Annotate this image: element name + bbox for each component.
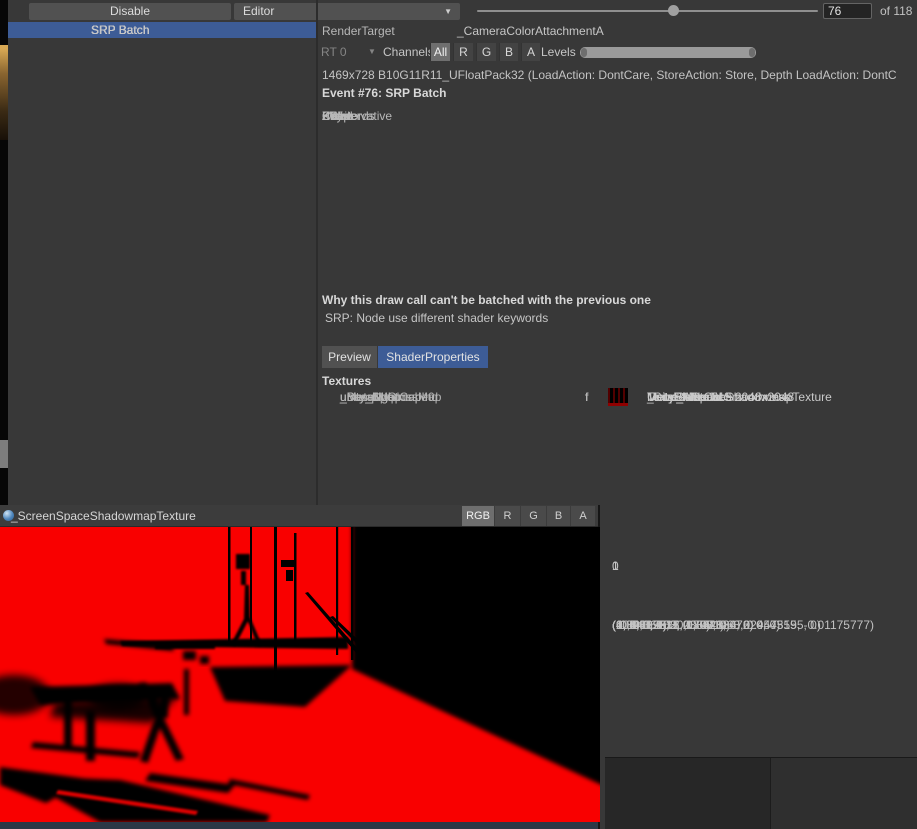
shader-scalar-value: 0 — [612, 559, 619, 574]
texture-thumbnail-tempbuffer-icon — [608, 388, 628, 406]
tree-row-label: SRP Batch — [91, 22, 290, 38]
preview-title: _ScreenSpaceShadowmapTexture — [11, 505, 196, 527]
preview-channel-button-a[interactable]: A — [571, 506, 595, 526]
target-selector-dropdown[interactable]: Editor ▼ — [234, 3, 460, 20]
channels-label: Channels — [383, 42, 434, 62]
texture-preview-window: _ScreenSpaceShadowmapTexture RGBRGBA — [0, 505, 600, 829]
channel-button-r[interactable]: R — [453, 43, 473, 61]
event-total-label: of 118 — [880, 4, 912, 18]
shader-vector-value: (0.06005612, 0.07213476, 0, 0) — [612, 618, 780, 633]
texture-window-icon — [3, 510, 14, 521]
event-slider-track[interactable] — [477, 10, 818, 12]
event-number-input[interactable]: 76 — [823, 3, 872, 19]
batch-break-title: Why this draw call can't be batched with… — [322, 293, 651, 307]
chevron-down-icon: ▼ — [444, 3, 452, 20]
preview-channel-button-r[interactable]: R — [495, 506, 520, 526]
channel-button-a[interactable]: A — [521, 43, 540, 61]
texture-filter-flag: f — [585, 388, 588, 407]
disable-button[interactable]: Disable — [29, 3, 231, 20]
tab-shader-properties[interactable]: ShaderProperties — [378, 346, 488, 368]
unity-frame-debugger-window: Disable Editor ▼ 76 of 118 ▶<unknown sco… — [0, 0, 917, 829]
preview-channel-button-b[interactable]: B — [547, 506, 570, 526]
preview-titlebar[interactable]: _ScreenSpaceShadowmapTexture RGBRGBA — [0, 505, 598, 527]
property-label: Conservative — [322, 106, 392, 126]
event-tree: ▶<unknown scope>1▼UniversalRenderPipelin… — [8, 22, 316, 505]
levels-range-slider[interactable] — [580, 47, 756, 58]
editor-background-panel-right — [770, 758, 917, 829]
shadowmap-preview-image[interactable] — [0, 527, 600, 822]
textures-section-title: Textures — [322, 374, 371, 388]
channels-toolbar: RT 0 ▼ Channels AllRGBA Levels — [318, 42, 917, 64]
preview-channel-button-rgb[interactable]: RGB — [462, 506, 494, 526]
render-target-info: 1469x728 B10G11R11_UFloatPack32 (LoadAct… — [322, 68, 916, 82]
texture-asset-name: TempBuffer 315 2048x2048 — [647, 388, 794, 407]
tree-row[interactable]: SRP Batch — [8, 22, 316, 38]
batch-break-reason: SRP: Node use different shader keywords — [325, 311, 548, 325]
levels-max-handle[interactable] — [749, 48, 755, 57]
chevron-down-icon: ▼ — [368, 42, 376, 62]
shadowmap-render — [0, 527, 600, 822]
channel-button-b[interactable]: B — [499, 43, 518, 61]
render-target-label: RenderTarget — [322, 24, 395, 38]
preview-window-bottom-edge — [0, 822, 598, 829]
preview-channel-button-g[interactable]: G — [521, 506, 546, 526]
editor-background-panel — [605, 757, 917, 829]
levels-label: Levels — [541, 42, 576, 62]
channel-button-g[interactable]: G — [476, 43, 496, 61]
shader-properties-list: ShaderUniversal Render Pipeline/Lit, Sub… — [318, 106, 917, 286]
render-target-value: _CameraColorAttachmentA — [457, 24, 604, 38]
scene-object-sliver — [0, 45, 8, 140]
frame-debugger-toolbar: Disable Editor ▼ 76 of 118 — [8, 0, 917, 22]
channel-button-all[interactable]: All — [430, 43, 450, 61]
tab-preview[interactable]: Preview — [322, 346, 377, 368]
texture-slot-name: _MetallicGlossMap — [340, 388, 441, 407]
target-selector-label: Editor — [243, 4, 274, 18]
rt-selector-dropdown[interactable]: RT 0 — [321, 42, 347, 62]
scene-gray-sliver — [0, 440, 8, 468]
levels-min-handle[interactable] — [581, 48, 587, 57]
event-title: Event #76: SRP Batch — [322, 86, 447, 100]
event-slider-thumb[interactable] — [668, 5, 679, 16]
